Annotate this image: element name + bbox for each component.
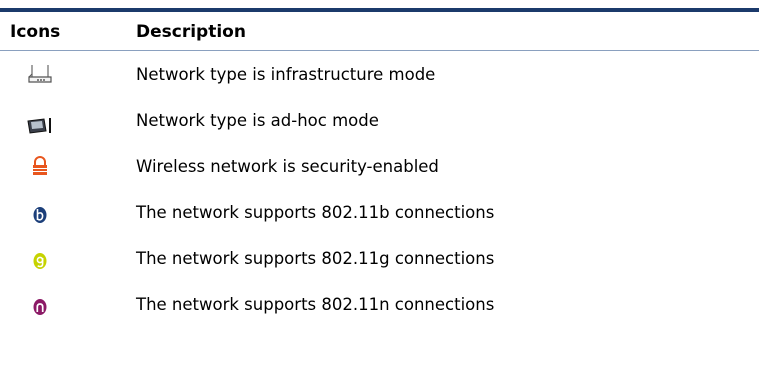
row-description: The network supports 802.11b connections (136, 203, 495, 222)
column-header-icons: Icons (10, 22, 61, 42)
n-badge-icon (33, 299, 47, 315)
table-row: Network type is ad-hoc mode (0, 111, 759, 157)
row-description: Network type is infrastructure mode (136, 65, 436, 84)
infrastructure-router-icon (28, 65, 52, 83)
g-badge-icon (33, 253, 47, 269)
row-description: Network type is ad-hoc mode (136, 111, 379, 130)
row-description: The network supports 802.11n connections (136, 295, 495, 314)
table-row: Wireless network is security-enabled (0, 156, 759, 203)
table-row: The network supports 802.11b connections (0, 203, 759, 249)
table-header: Icons Description (0, 12, 759, 51)
column-header-description: Description (136, 22, 246, 42)
row-description: The network supports 802.11g connections (136, 249, 495, 268)
table-row: The network supports 802.11g connections (0, 249, 759, 295)
b-badge-icon (33, 207, 47, 223)
row-description: Wireless network is security-enabled (136, 157, 439, 176)
table-row: Network type is infrastructure mode (0, 65, 759, 111)
adhoc-card-icon (27, 118, 51, 134)
table-row: The network supports 802.11n connections (0, 295, 759, 341)
lock-icon (33, 156, 47, 175)
